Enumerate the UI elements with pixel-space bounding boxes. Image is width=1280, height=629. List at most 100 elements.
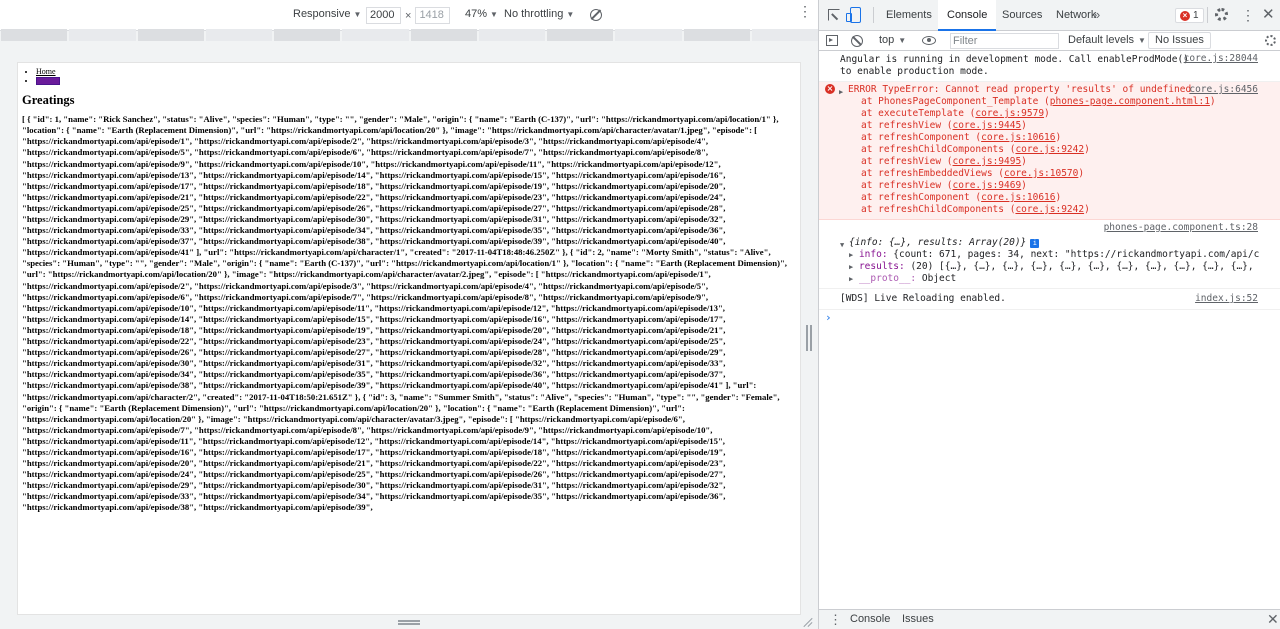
expand-triangle-icon[interactable]: ▶ xyxy=(849,263,853,271)
expand-triangle-icon[interactable]: ▶ xyxy=(849,251,853,259)
console-prompt[interactable]: › xyxy=(819,310,1280,326)
log-levels-dropdown[interactable]: Default levels ▼ xyxy=(1068,34,1146,46)
stack-frame: at executeTemplate (core.js:9579) xyxy=(861,108,1050,119)
throttling-dropdown[interactable]: No throttling ▼ xyxy=(504,8,574,20)
stack-frame-link[interactable]: core.js:9495 xyxy=(953,156,1022,167)
inspect-element-icon[interactable] xyxy=(828,9,840,21)
error-icon: × xyxy=(1180,10,1190,21)
context-selector[interactable]: top ▼ xyxy=(879,34,906,46)
nav-item-phones xyxy=(36,76,796,86)
drawer-tab-console[interactable]: Console xyxy=(850,613,890,625)
issues-button[interactable]: No Issues xyxy=(1148,32,1211,49)
more-tabs-icon[interactable]: » xyxy=(1093,7,1100,22)
throttling-label: No throttling xyxy=(504,8,564,20)
console-message-angular: core.js:28044 Angular is running in deve… xyxy=(819,51,1280,82)
drawer-tabbar: ⋮ Console Issues ✕ xyxy=(819,609,1280,629)
device-toolbar: Responsive ▼ 2000 × 1418 47% ▼ No thrott… xyxy=(0,0,818,31)
expand-triangle-icon[interactable]: ▶ xyxy=(839,86,843,98)
stack-frame-link[interactable]: core.js:10570 xyxy=(1004,168,1078,179)
stack-frame-link[interactable]: phones-page.component.html:1 xyxy=(1050,96,1210,107)
object-summary[interactable]: ▼ {info: {…}, results: Array(20)} i xyxy=(840,235,1259,249)
viewport-dimensions: 2000 × 1418 xyxy=(366,7,451,24)
rotate-icon[interactable] xyxy=(590,9,602,21)
stack-frame: at refreshView (core.js:9495) xyxy=(861,156,1027,167)
stack-frame-link[interactable]: core.js:9242 xyxy=(1015,144,1084,155)
console-messages: core.js:28044 Angular is running in deve… xyxy=(819,51,1280,609)
stack-frame: at refreshView (core.js:9469) xyxy=(861,180,1027,191)
stack-frame-link[interactable]: core.js:10616 xyxy=(981,192,1055,203)
expand-triangle-icon[interactable]: ▶ xyxy=(849,275,853,283)
devtools-panel: Elements Console Sources Network » × 1 ⋮… xyxy=(818,0,1280,629)
device-mode-dropdown[interactable]: Responsive ▼ xyxy=(293,8,361,20)
message-source-link[interactable]: phones-page.component.ts:28 xyxy=(1104,222,1258,234)
drawer-tab-issues[interactable]: Issues xyxy=(902,613,934,625)
close-icon[interactable]: ✕ xyxy=(1262,7,1275,23)
error-count: 1 xyxy=(1193,10,1199,21)
viewport-width-input[interactable]: 2000 xyxy=(366,7,401,24)
chevron-down-icon: ▼ xyxy=(566,9,575,19)
stack-frame: at refreshEmbeddedViews (core.js:10570) xyxy=(861,168,1085,179)
chevron-down-icon: ▼ xyxy=(1138,35,1146,45)
devtools-tabbar: Elements Console Sources Network » × 1 ⋮… xyxy=(819,0,1280,31)
nav-list: Home xyxy=(36,67,796,86)
device-mode-label: Responsive xyxy=(293,8,351,20)
json-output: [ { "id": 1, "name": "Rick Sanchez", "st… xyxy=(22,114,790,513)
close-icon[interactable]: ✕ xyxy=(1267,611,1279,628)
media-query-bar[interactable] xyxy=(0,29,818,43)
toggle-device-toolbar-icon[interactable] xyxy=(846,7,861,23)
more-options-icon[interactable]: ⋮ xyxy=(798,4,812,18)
settings-gear-icon[interactable] xyxy=(1215,8,1228,21)
chevron-down-icon: ▼ xyxy=(490,9,498,19)
viewport-height-input[interactable]: 1418 xyxy=(415,7,451,24)
horizontal-resize-handle[interactable] xyxy=(398,620,420,625)
tab-sources[interactable]: Sources xyxy=(993,0,1051,30)
chevron-down-icon: ▼ xyxy=(898,35,907,45)
console-settings-gear-icon[interactable] xyxy=(1265,35,1276,46)
divider xyxy=(1207,7,1208,23)
stack-trace: at PhonesPageComponent_Template (phones-… xyxy=(848,96,1259,216)
stack-frame-link[interactable]: core.js:9242 xyxy=(1015,204,1084,215)
stack-frame-link[interactable]: core.js:9469 xyxy=(953,180,1022,191)
expand-triangle-icon[interactable]: ▼ xyxy=(840,239,844,251)
object-property-proto[interactable]: ▶ __proto__: Object xyxy=(840,273,1259,285)
message-source-link[interactable]: index.js:52 xyxy=(1195,293,1258,305)
object-property-info[interactable]: ▶ info: {count: 671, pages: 34, next: "h… xyxy=(840,249,1259,261)
tab-elements[interactable]: Elements xyxy=(877,0,941,30)
object-property-results[interactable]: ▶ results: (20) [{…}, {…}, {…}, {…}, {…}… xyxy=(840,261,1259,273)
page-viewport: Home Greatings [ { "id": 1, "name": "Ric… xyxy=(17,62,801,615)
zoom-dropdown[interactable]: 47% ▼ xyxy=(465,8,498,20)
nav-item-home: Home xyxy=(36,67,796,76)
tab-console[interactable]: Console xyxy=(938,0,997,31)
console-message-wds: index.js:52 [WDS] Live Reloading enabled… xyxy=(819,289,1280,310)
divider xyxy=(873,7,874,23)
stack-frame: at refreshChildComponents (core.js:9242) xyxy=(861,204,1090,215)
highlighted-link[interactable] xyxy=(36,77,60,86)
stack-frame-link[interactable]: core.js:9445 xyxy=(953,120,1022,131)
show-sidebar-icon[interactable] xyxy=(826,35,838,46)
home-link[interactable]: Home xyxy=(36,67,56,76)
console-message-error: × ▶ core.js:6456 ERROR TypeError: Cannot… xyxy=(819,82,1280,220)
stack-frame: at refreshView (core.js:9445) xyxy=(861,120,1027,131)
stack-frame: at refreshComponent (core.js:10616) xyxy=(861,132,1062,143)
vertical-resize-handle[interactable] xyxy=(806,325,812,351)
stack-frame: at PhonesPageComponent_Template (phones-… xyxy=(861,96,1216,107)
clear-console-icon[interactable] xyxy=(851,35,863,47)
log-levels-label: Default levels xyxy=(1068,34,1135,46)
zoom-label: 47% xyxy=(465,8,488,20)
live-expression-eye-icon[interactable] xyxy=(922,36,936,45)
context-label: top xyxy=(879,34,895,46)
stack-frame-link[interactable]: core.js:10616 xyxy=(981,132,1055,143)
console-toolbar: top ▼ Default levels ▼ No Issues xyxy=(819,31,1280,51)
info-icon: i xyxy=(1030,239,1040,248)
error-count-badge[interactable]: × 1 xyxy=(1175,8,1204,23)
message-source-link[interactable]: core.js:28044 xyxy=(1184,53,1258,65)
corner-resize-handle[interactable] xyxy=(803,617,813,627)
device-emulation-pane: Responsive ▼ 2000 × 1418 47% ▼ No thrott… xyxy=(0,0,818,629)
customize-menu-icon[interactable]: ⋮ xyxy=(1241,7,1255,23)
chevron-down-icon: ▼ xyxy=(353,9,362,19)
drawer-menu-icon[interactable]: ⋮ xyxy=(829,612,842,628)
stack-frame-link[interactable]: core.js:9579 xyxy=(975,108,1044,119)
message-source-link[interactable]: core.js:6456 xyxy=(1189,84,1258,96)
stack-frame: at refreshChildComponents (core.js:9242) xyxy=(861,144,1090,155)
console-filter-input[interactable] xyxy=(950,33,1059,49)
